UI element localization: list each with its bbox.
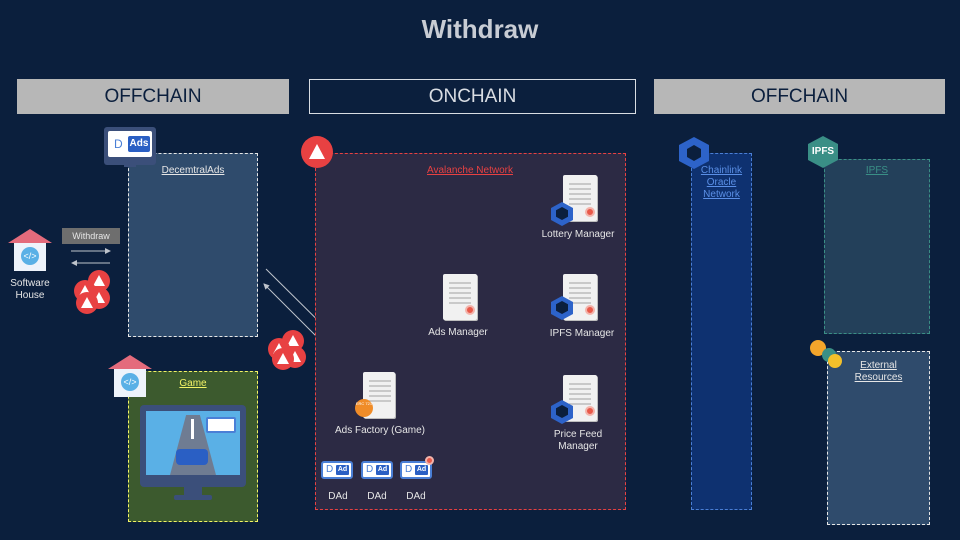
seal-icon-4 xyxy=(585,406,595,416)
game-monitor-icon xyxy=(140,405,246,500)
software-house-label: Software House xyxy=(10,278,50,301)
ads-factory-label: Ads Factory (Game) xyxy=(334,425,426,436)
seal-icon-2 xyxy=(465,305,475,315)
dad-label-1: DAd xyxy=(328,491,348,502)
dad-label-3: DAd xyxy=(406,491,426,502)
dad-token-icon: D Ad xyxy=(321,461,353,479)
ipfs-panel xyxy=(824,159,930,334)
dad-label-2: DAd xyxy=(367,491,387,502)
avax-tokens-icon xyxy=(74,270,114,314)
dad-seal-icon xyxy=(425,456,434,465)
avax-tokens-icon-2 xyxy=(268,330,308,370)
seal-icon-3 xyxy=(585,305,595,315)
chainlink-label: Chainlink Oracle Network xyxy=(700,165,743,200)
logo-d: D xyxy=(114,137,123,151)
price-feed-manager-label: Price Feed Manager xyxy=(553,429,603,452)
dad-token-icon-2: D Ad xyxy=(361,461,393,479)
seal-icon xyxy=(585,207,595,217)
external-resources-label: External Resources xyxy=(854,360,903,383)
withdraw-label: Withdraw xyxy=(62,228,120,244)
decentralads-panel xyxy=(128,153,258,337)
ipfs-label: IPFS xyxy=(865,165,889,176)
avalanche-logo-icon xyxy=(301,136,333,168)
erc-badge-icon: ERC 721 xyxy=(355,399,373,417)
decentralads-label: DecemtralAds xyxy=(161,165,225,176)
game-house-icon: </> xyxy=(108,355,152,399)
avalanche-network-label: Avalanche Network xyxy=(427,165,513,176)
lottery-manager-label: Lottery Manager xyxy=(541,229,615,240)
chainlink-panel xyxy=(691,153,752,510)
software-house-icon: </> xyxy=(8,229,52,273)
logo-ads: Ads xyxy=(128,136,150,152)
ipfs-manager-label: IPFS Manager xyxy=(549,328,615,339)
ads-manager-label: Ads Manager xyxy=(428,327,488,338)
monitor-icon: D Ads xyxy=(104,127,156,167)
